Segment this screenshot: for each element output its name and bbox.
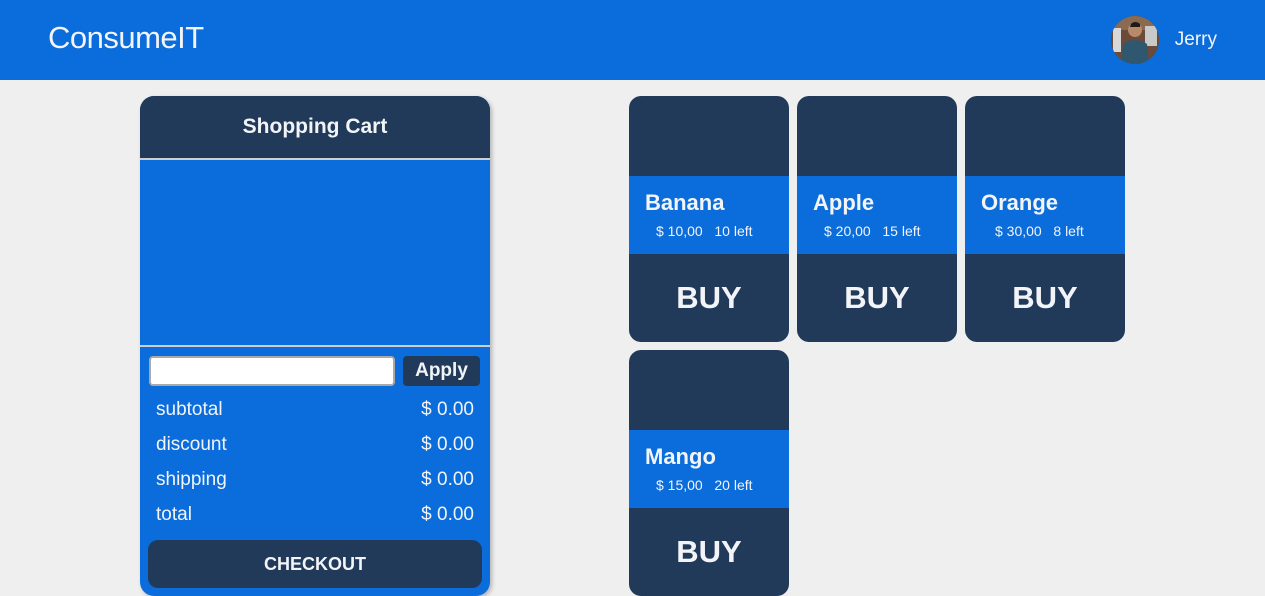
user-menu[interactable]: Jerry — [1110, 16, 1217, 64]
summary-value: $ 0.00 — [421, 503, 474, 525]
user-avatar-icon — [1110, 16, 1159, 64]
product-stock: 10 left — [714, 223, 753, 239]
shopping-cart-panel: Shopping Cart Apply subtotal $ 0.00 disc… — [140, 96, 490, 596]
product-price: $ 30,00 — [995, 223, 1042, 239]
product-card-mango: Mango $ 15,00 20 left BUY — [629, 350, 789, 596]
summary-value: $ 0.00 — [421, 433, 474, 455]
product-name: Mango — [645, 444, 716, 469]
summary-value: $ 0.00 — [421, 398, 474, 420]
summary-label: shipping — [156, 468, 227, 490]
buy-button[interactable]: BUY — [629, 508, 789, 596]
summary-row-subtotal: subtotal $ 0.00 — [156, 392, 474, 427]
top-navbar: ConsumeIT Jerry — [0, 0, 1265, 80]
summary-label: subtotal — [156, 398, 223, 420]
product-price-stock: $ 20,00 15 left — [824, 223, 921, 239]
product-stock: 15 left — [882, 223, 921, 239]
product-info: Mango $ 15,00 20 left — [629, 430, 789, 508]
apply-coupon-button[interactable]: Apply — [403, 356, 480, 386]
product-name: Apple — [813, 190, 875, 215]
summary-label: discount — [156, 433, 227, 455]
summary-row-discount: discount $ 0.00 — [156, 427, 474, 462]
summary-row-total: total $ 0.00 — [156, 497, 474, 532]
product-card-apple: Apple $ 20,00 15 left BUY — [797, 96, 957, 342]
user-name[interactable]: Jerry — [1175, 29, 1217, 51]
cart-summary: subtotal $ 0.00 discount $ 0.00 shipping… — [140, 386, 490, 532]
product-info: Apple $ 20,00 15 left — [797, 176, 957, 254]
coupon-input[interactable] — [149, 356, 395, 386]
product-price: $ 15,00 — [656, 477, 703, 493]
cart-items-list — [140, 160, 490, 347]
coupon-row: Apply — [140, 347, 490, 386]
summary-value: $ 0.00 — [421, 468, 474, 490]
product-card-orange: Orange $ 30,00 8 left BUY — [965, 96, 1125, 342]
buy-button[interactable]: BUY — [965, 254, 1125, 342]
product-info: Orange $ 30,00 8 left — [965, 176, 1125, 254]
product-name: Banana — [645, 190, 725, 215]
summary-label: total — [156, 503, 192, 525]
product-stock: 20 left — [714, 477, 753, 493]
buy-button[interactable]: BUY — [797, 254, 957, 342]
product-stock: 8 left — [1053, 223, 1084, 239]
product-price-stock: $ 30,00 8 left — [995, 223, 1084, 239]
cart-title: Shopping Cart — [140, 96, 490, 160]
brand-logo[interactable]: ConsumeIT — [48, 20, 204, 56]
product-price-stock: $ 15,00 20 left — [656, 477, 753, 493]
product-price: $ 10,00 — [656, 223, 703, 239]
product-card-banana: Banana $ 10,00 10 left BUY — [629, 96, 789, 342]
buy-button[interactable]: BUY — [629, 254, 789, 342]
product-info: Banana $ 10,00 10 left — [629, 176, 789, 254]
checkout-button[interactable]: CHECKOUT — [148, 540, 482, 588]
summary-row-shipping: shipping $ 0.00 — [156, 462, 474, 497]
product-price: $ 20,00 — [824, 223, 871, 239]
product-name: Orange — [981, 190, 1059, 215]
avatar[interactable] — [1110, 16, 1159, 64]
product-price-stock: $ 10,00 10 left — [656, 223, 753, 239]
